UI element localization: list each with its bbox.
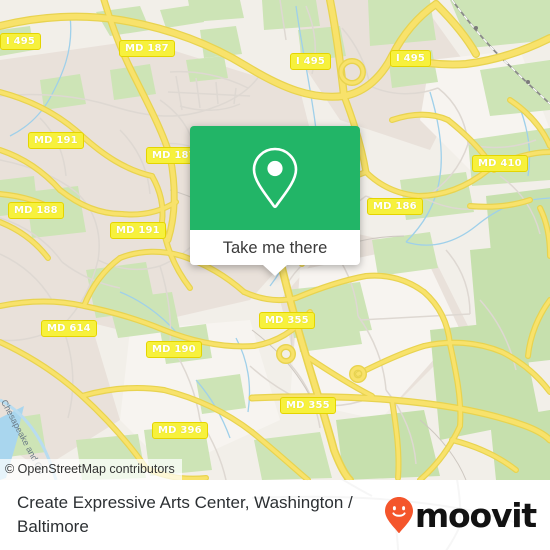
map-canvas[interactable]: Chesapeake and Oh I 495 MD 187 I 495 I 495 M… [0, 0, 550, 480]
location-pin-icon [252, 147, 298, 209]
moovit-wordmark: moovit [414, 495, 537, 535]
road-shield: MD 191 [110, 222, 166, 239]
road-shield: MD 188 [8, 202, 64, 219]
road-shield: I 495 [290, 53, 332, 70]
popup-action-bar[interactable]: Take me there [190, 230, 360, 276]
popup-pin-area [190, 126, 360, 230]
road-shield: MD 396 [152, 422, 208, 439]
road-shield: MD 187 [119, 40, 175, 57]
road-shield: MD 186 [367, 198, 423, 215]
road-shield: MD 410 [472, 155, 528, 172]
moovit-logo[interactable]: moovit [384, 495, 537, 535]
road-shield: I 495 [390, 50, 432, 67]
take-me-there-label: Take me there [222, 238, 328, 257]
moovit-smiley-pin-icon [384, 497, 413, 533]
popup-tail [263, 265, 287, 276]
road-shield: MD 355 [280, 397, 336, 414]
map-screenshot: Chesapeake and Oh I 495 MD 187 I 495 I 495 M… [0, 0, 550, 550]
place-callout-popup[interactable]: Take me there [190, 126, 360, 276]
road-shield: MD 190 [146, 341, 202, 358]
footer-bar: Create Expressive Arts Center, Washingto… [0, 480, 550, 550]
map-attribution[interactable]: © OpenStreetMap contributors [0, 459, 182, 480]
page-title: Create Expressive Arts Center, Washingto… [17, 493, 353, 536]
road-shield: I 495 [0, 33, 42, 50]
road-shield: MD 614 [41, 320, 97, 337]
road-shield: MD 355 [259, 312, 315, 329]
road-shield: MD 191 [28, 132, 84, 149]
